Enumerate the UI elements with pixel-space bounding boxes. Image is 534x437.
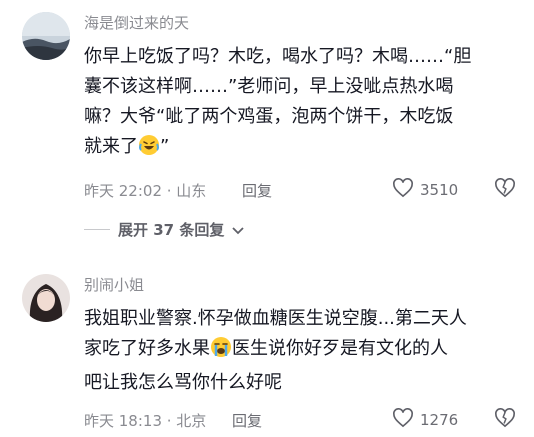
crying-laughing-emoji: [138, 134, 160, 166]
reply-button[interactable]: 回复: [232, 410, 262, 431]
broken-heart-icon: [494, 178, 516, 202]
reply-button[interactable]: 回复: [242, 180, 272, 201]
comment-line: 就来了”: [84, 132, 524, 166]
broken-heart-icon: [494, 408, 516, 432]
heart-icon: [392, 408, 414, 432]
comment-line: 我姐职业警察.怀孕做血糖医生说空腹...第二天人: [84, 308, 467, 329]
like-button[interactable]: 3510: [392, 178, 458, 202]
comment-line: 家吃了好多水果 医生说你好歹是有文化的人: [84, 334, 524, 368]
username[interactable]: 别闹小姐: [84, 274, 144, 295]
comment-time-location: 昨天 22:02 · 山东: [84, 182, 207, 200]
comment-line: 嘛？大爷“呲了两个鸡蛋，泡两个饼干，木吃饭: [84, 106, 454, 127]
comment-line: 你早上吃饭了吗？木吃，喝水了吗？木喝……“胆: [84, 46, 472, 67]
avatar[interactable]: [22, 12, 70, 60]
comment-text: 我姐职业警察.怀孕做血糖医生说空腹...第二天人 家吃了好多水果 医生说你好歹是有…: [84, 304, 524, 398]
expand-replies-button[interactable]: 展开 37 条回复: [84, 219, 244, 240]
username[interactable]: 海是倒过来的天: [84, 12, 189, 33]
comment-text: 你早上吃饭了吗？木吃，喝水了吗？木喝……“胆 囊不该这样啊……”老师问，早上没呲…: [84, 42, 524, 166]
divider: [84, 229, 110, 230]
comment-line: 囊不该这样啊……”老师问，早上没呲点热水喝: [84, 76, 454, 97]
comment-item: 海是倒过来的天 你早上吃饭了吗？木吃，喝水了吗？木喝……“胆 囊不该这样啊……”…: [0, 0, 534, 250]
like-count: 1276: [420, 411, 459, 429]
loudly-crying-emoji: [210, 336, 232, 368]
chevron-down-icon: [232, 220, 244, 239]
heart-icon: [392, 178, 414, 202]
dislike-button[interactable]: [494, 178, 516, 202]
like-count: 3510: [420, 181, 459, 199]
dislike-button[interactable]: [494, 408, 516, 432]
comment-time-location: 昨天 18:13 · 北京: [84, 412, 207, 430]
comment-line: 吧让我怎么骂你什么好呢: [84, 372, 282, 393]
expand-replies-label: 展开 37 条回复: [118, 221, 225, 239]
avatar[interactable]: [22, 274, 70, 322]
like-button[interactable]: 1276: [392, 408, 458, 432]
comment-item: 别闹小姐 我姐职业警察.怀孕做血糖医生说空腹...第二天人 家吃了好多水果 医生说…: [0, 262, 534, 437]
